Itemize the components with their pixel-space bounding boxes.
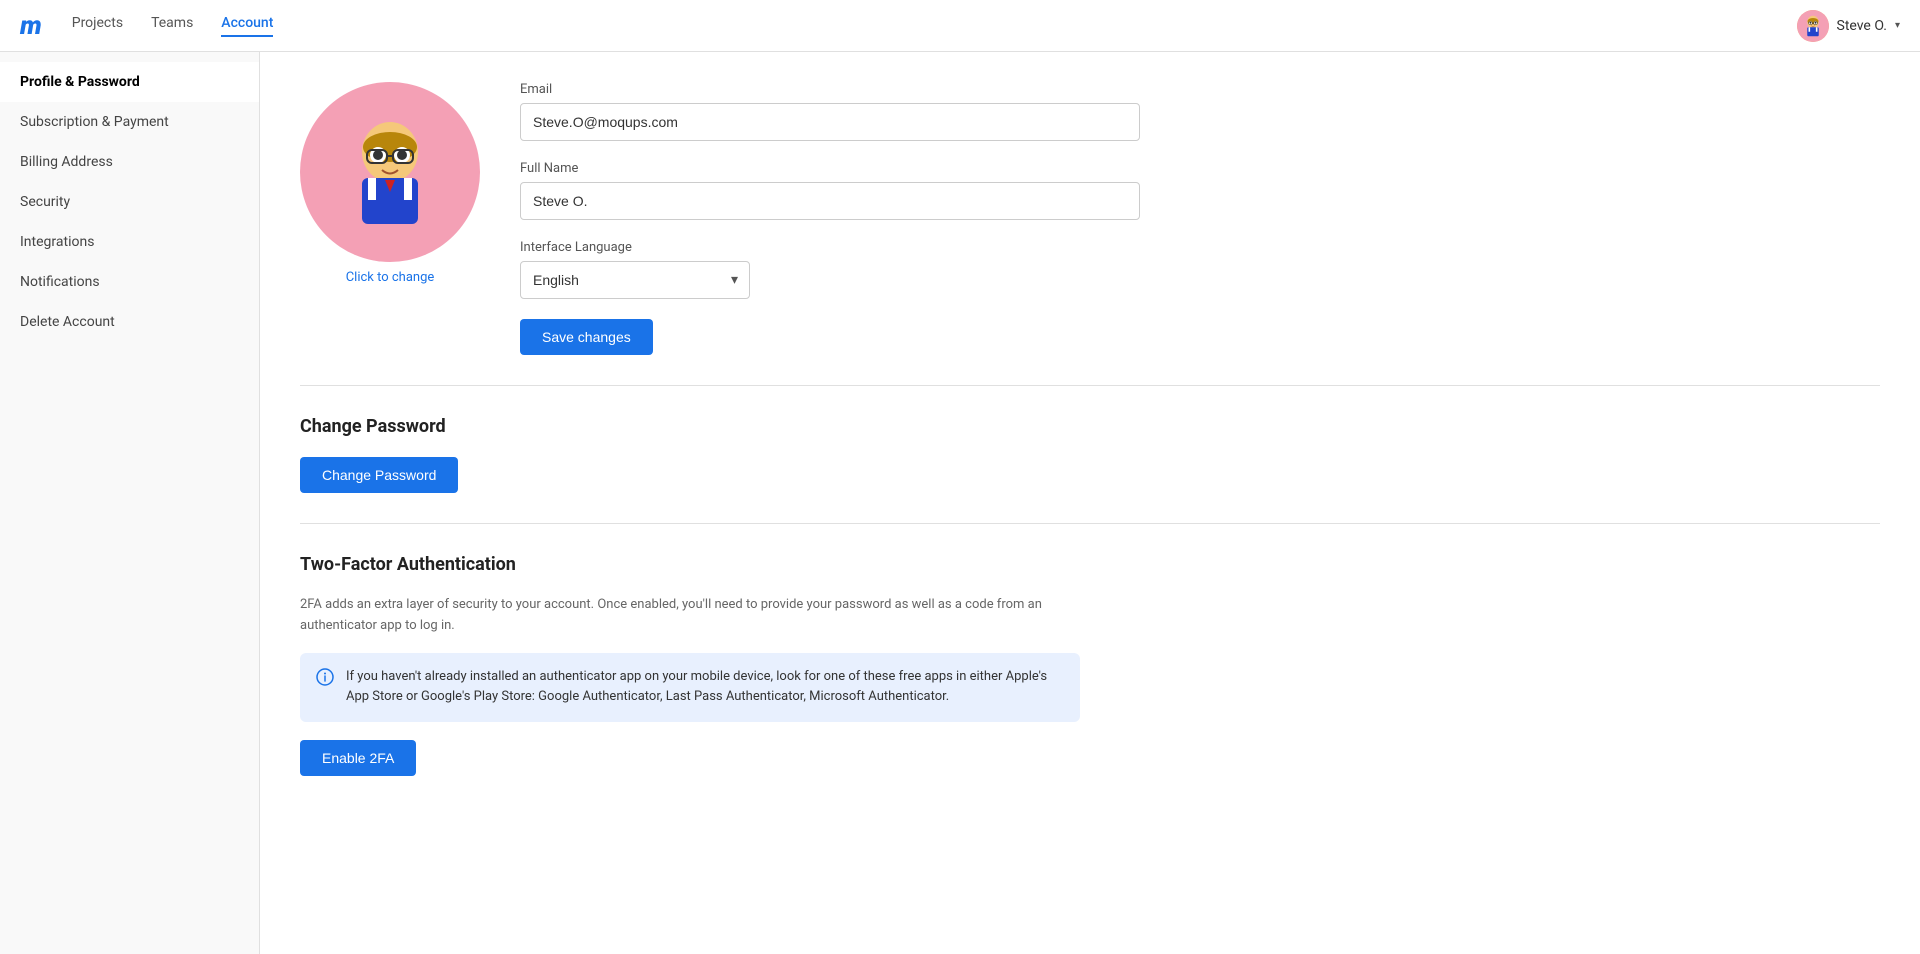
click-to-change-link[interactable]: Click to change <box>346 270 435 285</box>
save-changes-button[interactable]: Save changes <box>520 319 653 355</box>
twofa-description: 2FA adds an extra layer of security to y… <box>300 595 1080 637</box>
language-group: Interface Language English French German… <box>520 240 1140 299</box>
user-name-label: Steve O. <box>1837 18 1887 34</box>
twofa-info-text: If you haven't already installed an auth… <box>346 667 1064 709</box>
twofa-info-box: If you haven't already installed an auth… <box>300 653 1080 723</box>
app-logo[interactable]: m <box>20 11 42 41</box>
change-password-section: Change Password Change Password <box>300 416 1880 524</box>
sidebar-item-billing[interactable]: Billing Address <box>0 142 259 182</box>
profile-form: Email Full Name Interface Language Engli… <box>520 82 1140 355</box>
change-password-button[interactable]: Change Password <box>300 457 458 493</box>
enable-2fa-button[interactable]: Enable 2FA <box>300 740 416 776</box>
profile-section: Click to change Email Full Name Interfac… <box>300 82 1880 386</box>
sidebar-item-subscription[interactable]: Subscription & Payment <box>0 102 259 142</box>
top-nav: m Projects Teams Account <box>0 0 1920 52</box>
fullname-input[interactable] <box>520 182 1140 220</box>
email-input[interactable] <box>520 103 1140 141</box>
nav-links: Projects Teams Account <box>72 15 1797 37</box>
app-layout: Profile & Password Subscription & Paymen… <box>0 52 1920 954</box>
chevron-down-icon: ▾ <box>1895 20 1900 31</box>
sidebar-item-profile-password[interactable]: Profile & Password <box>0 62 259 102</box>
fullname-label: Full Name <box>520 161 1140 176</box>
avatar-area: Click to change <box>300 82 480 285</box>
twofa-title: Two-Factor Authentication <box>300 554 1880 575</box>
sidebar-item-integrations[interactable]: Integrations <box>0 222 259 262</box>
sidebar-item-notifications[interactable]: Notifications <box>0 262 259 302</box>
nav-link-account[interactable]: Account <box>221 15 273 37</box>
twofa-section: Two-Factor Authentication 2FA adds an ex… <box>300 554 1880 776</box>
language-select[interactable]: English French German Spanish <box>520 261 750 299</box>
language-label: Interface Language <box>520 240 1140 255</box>
language-select-wrapper: English French German Spanish ▾ <box>520 261 750 299</box>
avatar <box>1797 10 1829 42</box>
sidebar: Profile & Password Subscription & Paymen… <box>0 52 260 954</box>
nav-link-projects[interactable]: Projects <box>72 15 123 37</box>
fullname-group: Full Name <box>520 161 1140 220</box>
sidebar-item-security[interactable]: Security <box>0 182 259 222</box>
nav-link-teams[interactable]: Teams <box>151 15 193 37</box>
sidebar-item-delete-account[interactable]: Delete Account <box>0 302 259 342</box>
email-label: Email <box>520 82 1140 97</box>
user-menu[interactable]: Steve O. ▾ <box>1797 10 1900 42</box>
change-password-title: Change Password <box>300 416 1880 437</box>
email-group: Email <box>520 82 1140 141</box>
main-content: Click to change Email Full Name Interfac… <box>260 52 1920 954</box>
profile-avatar[interactable] <box>300 82 480 262</box>
info-icon <box>316 668 334 690</box>
